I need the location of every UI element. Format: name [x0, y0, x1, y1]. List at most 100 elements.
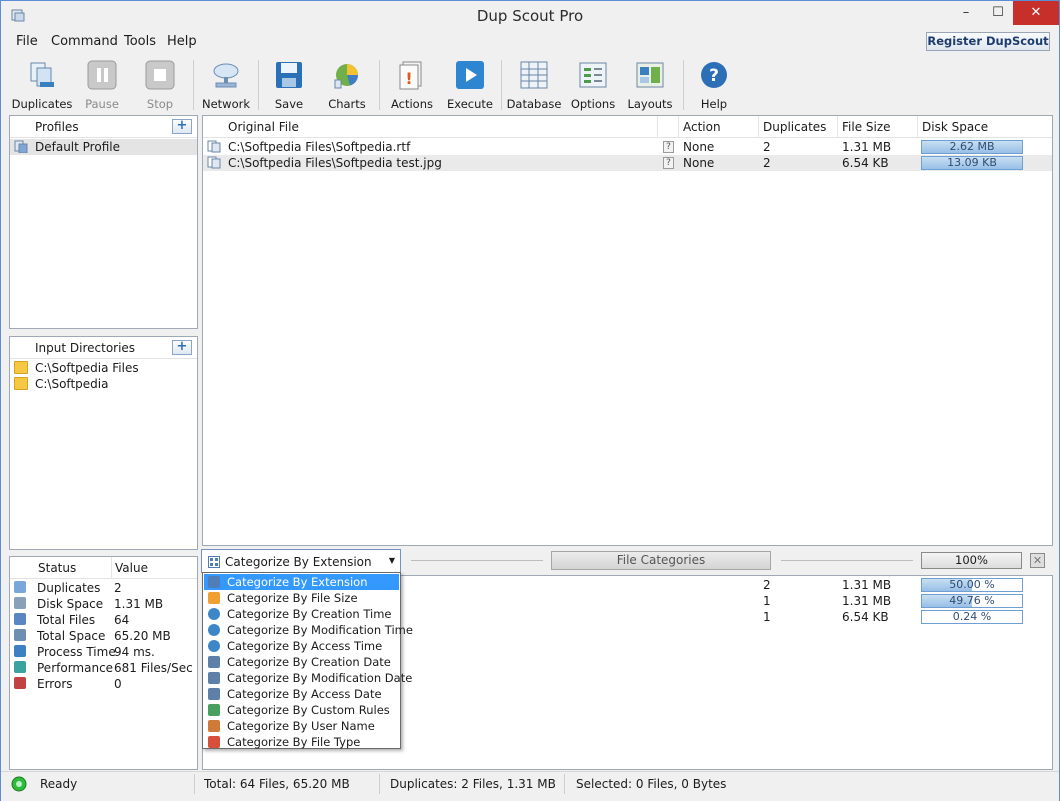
column-duplicates[interactable]: Duplicates [763, 120, 826, 134]
add-directory-button[interactable]: + [172, 340, 192, 355]
category-percent-bar: 0.24 % [921, 610, 1023, 624]
pause-button[interactable]: Pause [83, 58, 121, 112]
status-value: 2 [114, 581, 122, 595]
column-separator [678, 116, 679, 138]
help-label: Help [700, 97, 728, 111]
categorize-option[interactable]: Categorize By Creation Date [204, 654, 399, 670]
column-disk-space[interactable]: Disk Space [922, 120, 988, 134]
menu-file[interactable]: File [16, 34, 38, 49]
categorize-option-label: Categorize By File Type [227, 735, 361, 749]
status-value: 0 [114, 677, 122, 691]
close-button[interactable]: ✕ [1013, 1, 1059, 25]
categorize-option[interactable]: Categorize By Modification Date [204, 670, 412, 686]
charts-button[interactable]: Charts [327, 58, 367, 112]
add-profile-button[interactable]: + [172, 119, 192, 134]
file-categories-button[interactable]: File Categories [551, 551, 771, 570]
help-button[interactable]: ? Help [695, 58, 733, 112]
performance-icon [14, 661, 26, 673]
status-label: Disk Space [37, 597, 104, 611]
duplicates-cell: 2 [763, 140, 771, 154]
layouts-button[interactable]: Layouts [627, 58, 673, 112]
categorize-option[interactable]: Categorize By Creation Time [204, 606, 399, 622]
execute-button[interactable]: Execute [447, 58, 493, 112]
duplicates-cell: 2 [763, 156, 771, 170]
categorize-option[interactable]: Categorize By File Type [204, 734, 399, 750]
stop-button[interactable]: Stop [141, 58, 179, 112]
register-button[interactable]: Register DupScout [926, 32, 1050, 51]
directory-item[interactable]: C:\Softpedia Files [10, 360, 197, 376]
save-button[interactable]: Save [271, 58, 307, 112]
categorize-option[interactable]: Categorize By User Name [204, 718, 399, 734]
menu-tools[interactable]: Tools [124, 34, 156, 49]
divider [781, 560, 913, 561]
column-file-size[interactable]: File Size [842, 120, 891, 134]
info-icon[interactable]: ? [663, 141, 674, 153]
status-ready: Ready [40, 777, 78, 791]
duplicates-button[interactable]: Duplicates [12, 58, 72, 112]
categorize-option-label: Categorize By Modification Date [227, 671, 413, 685]
network-button[interactable]: Network [202, 58, 250, 112]
close-categories-button[interactable]: ✕ [1030, 553, 1045, 568]
options-button[interactable]: Options [571, 58, 615, 112]
categorize-option[interactable]: Categorize By Access Time [204, 638, 399, 654]
minimize-button[interactable]: – [949, 1, 983, 25]
categorize-option[interactable]: Categorize By Modification Time [204, 622, 413, 638]
action-cell[interactable]: None [683, 156, 714, 170]
menu-command[interactable]: Command [51, 34, 118, 49]
profiles-header: Profiles + [10, 116, 197, 138]
status-duplicates: Duplicates: 2 Files, 1.31 MB [390, 777, 556, 791]
column-action[interactable]: Action [683, 120, 721, 134]
disk-space-bar: 2.62 MB [921, 140, 1023, 154]
actions-icon: ! [397, 60, 427, 90]
folder-icon [14, 377, 28, 390]
profiles-title: Profiles [35, 120, 79, 134]
column-separator [917, 116, 918, 138]
categorize-select[interactable]: Categorize By Extension ▼ [201, 549, 401, 573]
status-label: Process Time [37, 645, 116, 659]
column-original-file[interactable]: Original File [228, 120, 299, 134]
categorize-option[interactable]: Categorize By Extension [204, 574, 399, 590]
pause-label: Pause [85, 97, 119, 111]
statusbar-separator [379, 774, 380, 794]
toolbar-separator [501, 60, 502, 110]
status-label: Errors [37, 677, 73, 691]
table-row[interactable]: C:\Softpedia Files\Softpedia test.jpg? No… [203, 155, 1052, 171]
database-button[interactable]: Database [507, 58, 561, 112]
app-window: Dup Scout Pro – ☐ ✕ File Command Tools H… [0, 0, 1060, 801]
actions-button[interactable]: ! Actions [391, 58, 433, 112]
results-header: Original File Action Duplicates File Siz… [203, 116, 1052, 138]
menu-bar: File Command Tools Help [1, 31, 1059, 53]
info-icon[interactable]: ? [663, 157, 674, 169]
column-separator [758, 116, 759, 138]
duplicates-label: Duplicates [11, 97, 73, 111]
grid-icon [208, 556, 220, 568]
clock-icon [208, 640, 220, 652]
filetype-icon [208, 736, 220, 748]
status-row: Performance 681 Files/Sec [10, 660, 197, 676]
database-label: Database [506, 97, 562, 111]
profile-item[interactable]: Default Profile [10, 139, 197, 155]
directory-item[interactable]: C:\Softpedia [10, 376, 197, 392]
input-directories-title: Input Directories [35, 341, 136, 355]
percent-indicator: 100% [921, 552, 1022, 569]
status-row: Total Space 65.20 MB [10, 628, 197, 644]
file-icon [207, 156, 221, 169]
menu-help[interactable]: Help [167, 34, 197, 49]
network-label: Network [201, 97, 251, 111]
toolbar-separator [258, 60, 259, 110]
table-row[interactable]: C:\Softpedia Files\Softpedia.rtf? None 2 1.… [203, 139, 1052, 155]
original-file-cell: C:\Softpedia Files\Softpedia test.jpg [228, 156, 442, 170]
categorize-option[interactable]: Categorize By File Size [204, 590, 399, 606]
toolbar-separator [379, 60, 380, 110]
maximize-button[interactable]: ☐ [981, 1, 1015, 25]
action-cell[interactable]: None [683, 140, 714, 154]
categorize-option[interactable]: Categorize By Custom Rules [204, 702, 399, 718]
layouts-label: Layouts [627, 97, 673, 111]
duplicates-icon [14, 581, 26, 593]
category-size: 1.31 MB [842, 594, 892, 608]
users-icon [208, 720, 220, 732]
toolbar: Duplicates Pause Stop Network Save Chart… [1, 54, 1059, 114]
statusbar-separator [194, 774, 195, 794]
categorize-option[interactable]: Categorize By Access Date [204, 686, 399, 702]
ready-icon [11, 776, 27, 792]
